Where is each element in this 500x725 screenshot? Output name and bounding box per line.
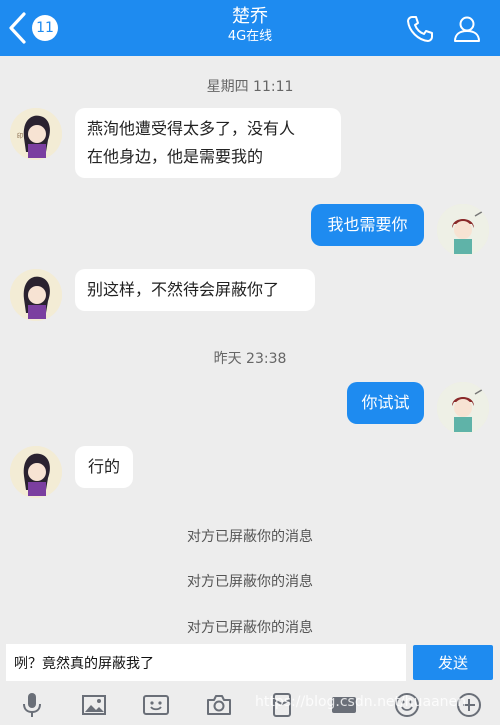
composer-toolbar: https://blog.csdn.net/huaanen [0, 685, 500, 725]
mic-icon[interactable] [18, 691, 46, 719]
send-button[interactable]: 发送 [413, 645, 493, 680]
my-avatar[interactable] [437, 204, 489, 256]
avatar-illustration [437, 204, 489, 256]
message-bubble-incoming[interactable]: 别这样，不然待会屏蔽你了 [75, 269, 315, 311]
avatar-illustration [437, 382, 489, 434]
message-bubble-outgoing[interactable]: 你试试 [347, 382, 424, 424]
camera-icon[interactable] [205, 691, 233, 719]
system-notice: 对方已屏蔽你的消息 [187, 574, 313, 590]
message-bubble-incoming[interactable]: 行的 [75, 446, 133, 488]
contact-name: 楚乔 [232, 6, 268, 27]
back-button[interactable]: 11 [6, 8, 66, 48]
timestamp: 星期四 11:11 [206, 79, 294, 95]
message-line: 在他身边，他是需要我的 [87, 147, 264, 166]
avatar-illustration [10, 269, 62, 321]
contact-avatar[interactable] [10, 269, 62, 321]
online-status: 4G在线 [227, 29, 273, 44]
avatar-illustration: 印 [10, 108, 62, 160]
svg-text:印: 印 [17, 133, 23, 140]
message-input[interactable] [6, 644, 406, 681]
system-notice: 对方已屏蔽你的消息 [187, 620, 313, 636]
timestamp: 昨天 23:38 [213, 351, 287, 367]
phone-icon[interactable] [405, 14, 435, 44]
composer: 发送 [0, 640, 500, 685]
title-block: 楚乔 4G在线 [150, 6, 350, 46]
message-bubble-outgoing[interactable]: 我也需要你 [311, 204, 424, 246]
chevron-left-icon [9, 12, 26, 44]
contact-avatar[interactable] [10, 446, 62, 498]
image-icon[interactable] [80, 691, 108, 719]
watermark-text: https://blog.csdn.net/huaanen [255, 694, 467, 710]
avatar-illustration [10, 446, 62, 498]
message-line: 燕洵他遭受得太多了，没有人 [87, 119, 296, 138]
my-avatar[interactable] [437, 382, 489, 434]
video-icon[interactable] [142, 691, 170, 719]
message-bubble-incoming[interactable]: 燕洵他遭受得太多了，没有人 在他身边，他是需要我的 [75, 108, 341, 178]
system-notice: 对方已屏蔽你的消息 [187, 529, 313, 545]
contact-avatar[interactable]: 印 [10, 108, 62, 160]
chat-header: 11 楚乔 4G在线 [0, 0, 500, 56]
contact-profile-icon[interactable] [452, 14, 482, 44]
unread-badge: 11 [32, 15, 58, 41]
